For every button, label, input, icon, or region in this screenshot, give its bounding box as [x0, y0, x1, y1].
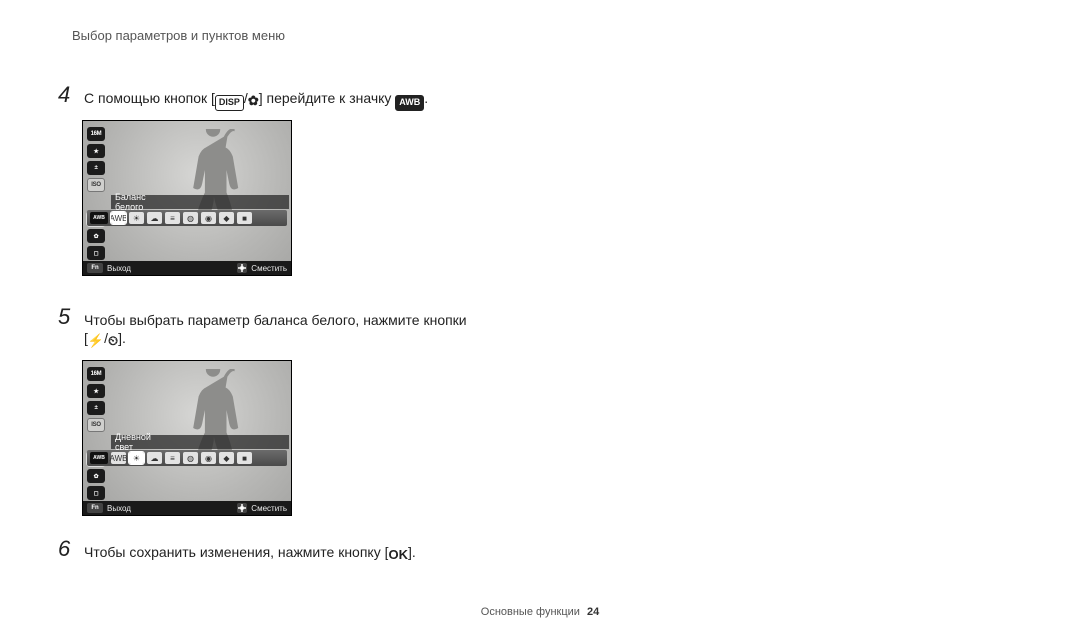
icon-exposure-2: ±	[87, 401, 105, 415]
timer-icon: ⏲	[108, 334, 118, 348]
nav-icon	[237, 263, 247, 273]
lcd1-options-bar: AWB AWB ☀ ☁ ≡ ◍ ◉ ◆ ■	[87, 210, 287, 226]
step-5-text: Чтобы выбрать параметр баланса белого, н…	[84, 310, 467, 331]
lcd1-left-icons: 16M ★ ± ISO AWB ✿ ◻	[87, 127, 105, 260]
ok-icon: OK	[388, 548, 408, 562]
lcd1-opt-7: ■	[237, 212, 252, 224]
step-4-text-a: С помощью кнопок [	[84, 90, 215, 106]
section-title: Выбор параметров и пунктов меню	[72, 28, 285, 43]
lcd1-row-label: Баланс белого	[111, 195, 289, 209]
step-6-text-a: Чтобы сохранить изменения, нажмите кнопк…	[84, 544, 388, 560]
footer-page: 24	[587, 606, 599, 618]
fn-icon: Fn	[87, 263, 103, 273]
lcd2-options-bar: AWB AWB ☀ ☁ ≡ ◍ ◉ ◆ ■	[87, 450, 287, 466]
lcd1-bottom-bar: Fn Выход Сместить	[83, 261, 291, 275]
nav-icon-2	[237, 503, 247, 513]
disp-icon: DISP	[215, 95, 244, 111]
step-4-text-c: .	[424, 90, 428, 106]
lcd1-opt-2: ☁	[147, 212, 162, 224]
camera-screenshot-1: 16M ★ ± ISO AWB ✿ ◻ Баланс белого AWB AW…	[82, 120, 292, 276]
lcd2-opt-5: ◉	[201, 452, 216, 464]
icon-photo-style: ✿	[87, 229, 105, 243]
icon-16m-2: 16M	[87, 367, 105, 381]
icon-photo-style-2: ✿	[87, 469, 105, 483]
camera-screenshot-2: 16M ★ ± ISO AWB ✿ ◻ Дневной свет AWB AWB…	[82, 360, 292, 516]
lcd2-left-icons: 16M ★ ± ISO AWB ✿ ◻	[87, 367, 105, 500]
footer-section: Основные функции	[481, 606, 580, 618]
lcd1-opt-5: ◉	[201, 212, 216, 224]
flash-icon: ⚡	[88, 334, 104, 348]
lcd1-opt-awb-left: AWB	[90, 212, 108, 224]
lcd1-opt-1: ☀	[129, 212, 144, 224]
step-6-text-b: ].	[408, 544, 416, 560]
step-4-text: С помощью кнопок [DISP/✿] перейдите к зн…	[84, 88, 428, 111]
icon-quality: ★	[87, 144, 105, 158]
lcd2-opt-2: ☁	[147, 452, 162, 464]
step-5-sub-b: ].	[118, 330, 126, 346]
lcd1-exit-label: Выход	[107, 264, 131, 273]
lcd2-opt-4: ◍	[183, 452, 198, 464]
lcd1-opt-4: ◍	[183, 212, 198, 224]
step-6-number: 6	[58, 536, 70, 562]
step-4-text-b: ] перейдите к значку	[259, 90, 396, 106]
icon-16m: 16M	[87, 127, 105, 141]
lcd1-opt-3: ≡	[165, 212, 180, 224]
icon-quality-2: ★	[87, 384, 105, 398]
icon-exposure: ±	[87, 161, 105, 175]
icon-face: ◻	[87, 246, 105, 260]
lcd2-exit-label: Выход	[107, 504, 131, 513]
icon-iso-2: ISO	[87, 418, 105, 432]
lcd2-opt-3: ≡	[165, 452, 180, 464]
macro-icon: ✿	[248, 94, 259, 108]
lcd2-opt-6: ◆	[219, 452, 234, 464]
step-4-number: 4	[58, 82, 70, 108]
lcd1-opt-0: AWB	[111, 212, 126, 224]
fn-icon-2: Fn	[87, 503, 103, 513]
awb-icon: AWB	[395, 95, 424, 111]
lcd2-opt-7: ■	[237, 452, 252, 464]
icon-iso: ISO	[87, 178, 105, 192]
step-5-subline: [⚡/⏲].	[84, 330, 126, 348]
lcd1-opt-6: ◆	[219, 212, 234, 224]
step-6-text: Чтобы сохранить изменения, нажмите кнопк…	[84, 542, 416, 563]
lcd2-opt-1: ☀	[129, 452, 144, 464]
page-footer: Основные функции 24	[0, 606, 1080, 618]
icon-face-2: ◻	[87, 486, 105, 500]
lcd2-bottom-bar: Fn Выход Сместить	[83, 501, 291, 515]
lcd2-opt-0: AWB	[111, 452, 126, 464]
step-5-number: 5	[58, 304, 70, 330]
lcd2-row-label: Дневной свет	[111, 435, 289, 449]
lcd2-move-label: Сместить	[251, 504, 287, 513]
lcd2-opt-awb-left: AWB	[90, 452, 108, 464]
lcd1-move-label: Сместить	[251, 264, 287, 273]
